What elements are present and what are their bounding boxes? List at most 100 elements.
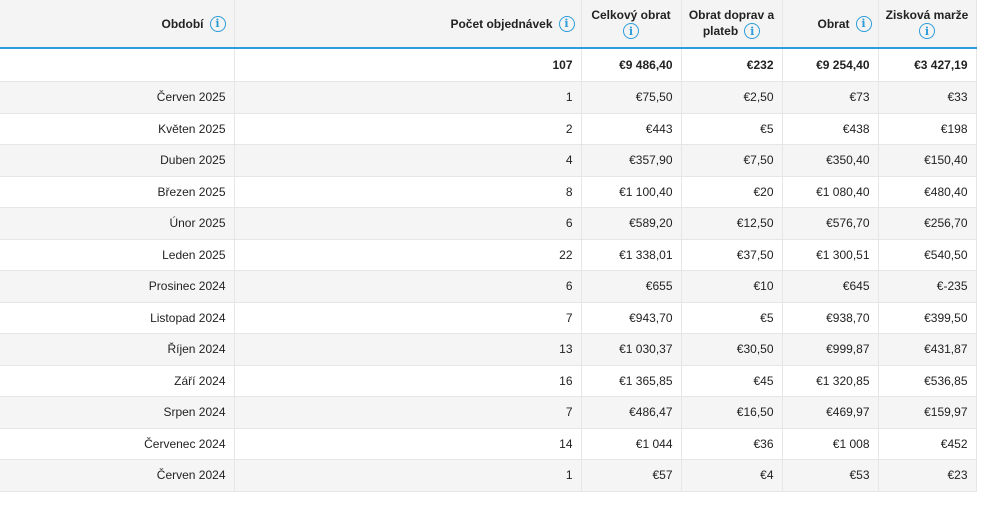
cell-total-revenue: €57 [581, 459, 682, 492]
table-row[interactable]: Červen 2024 1 €57 €4 €53 €23 [0, 459, 977, 492]
cell-revenue: €73 [782, 81, 879, 114]
cell-revenue: €645 [782, 270, 879, 303]
table-body: 107 €9 486,40 €232 €9 254,40 €3 427,19 Č… [0, 48, 977, 492]
cell-revenue: €53 [782, 459, 879, 492]
column-header-shipping[interactable]: Obrat doprav a plateb i [681, 0, 783, 49]
orders-summary-table: Období i Počet objednávek i Celkový obra… [0, 0, 977, 492]
cell-total-revenue: €75,50 [581, 81, 682, 114]
cell-total-revenue: €1 338,01 [581, 239, 682, 271]
cell-revenue: €1 080,40 [782, 176, 879, 208]
info-icon[interactable]: i [209, 15, 226, 32]
cell-total-revenue: €443 [581, 113, 682, 145]
cell-margin: €480,40 [878, 176, 977, 208]
totals-shipping-cell: €232 [681, 48, 783, 82]
cell-margin: €536,85 [878, 365, 977, 397]
cell-shipping: €20 [681, 176, 783, 208]
table-row[interactable]: Červen 2025 1 €75,50 €2,50 €73 €33 [0, 81, 977, 114]
info-icon[interactable]: i [744, 23, 761, 39]
column-header-label-line2: plateb [702, 24, 739, 38]
cell-shipping: €5 [681, 302, 783, 334]
cell-shipping: €2,50 [681, 81, 783, 114]
cell-period: Květen 2025 [0, 113, 235, 145]
totals-total-revenue-cell: €9 486,40 [581, 48, 682, 82]
cell-orders: 7 [234, 396, 582, 429]
cell-total-revenue: €357,90 [581, 144, 682, 177]
cell-orders: 4 [234, 144, 582, 177]
column-header-label: Počet objednávek [450, 16, 553, 31]
cell-margin: €399,50 [878, 302, 977, 334]
table-row[interactable]: Únor 2025 6 €589,20 €12,50 €576,70 €256,70 [0, 207, 977, 240]
column-header-total-revenue[interactable]: Celkový obrat i [581, 0, 682, 49]
cell-shipping: €12,50 [681, 207, 783, 240]
table-row[interactable]: Leden 2025 22 €1 338,01 €37,50 €1 300,51 €540… [0, 239, 977, 271]
cell-margin: €431,87 [878, 333, 977, 366]
cell-period: Září 2024 [0, 365, 235, 397]
info-icon[interactable]: i [919, 23, 935, 39]
cell-orders: 6 [234, 207, 582, 240]
table-row[interactable]: Listopad 2024 7 €943,70 €5 €938,70 €399,50 [0, 302, 977, 334]
cell-period: Únor 2025 [0, 207, 235, 240]
cell-orders: 1 [234, 459, 582, 492]
table-row[interactable]: Srpen 2024 7 €486,47 €16,50 €469,97 €159,97 [0, 396, 977, 429]
cell-total-revenue: €655 [581, 270, 682, 303]
cell-period: Duben 2025 [0, 144, 235, 177]
table-row[interactable]: Březen 2025 8 €1 100,40 €20 €1 080,40 €480,40 [0, 176, 977, 208]
cell-period: Říjen 2024 [0, 333, 235, 366]
table-row[interactable]: Červenec 2024 14 €1 044 €36 €1 008 €452 [0, 428, 977, 460]
cell-revenue: €1 320,85 [782, 365, 879, 397]
column-header-label: Celkový obrat [591, 8, 671, 22]
cell-total-revenue: €1 365,85 [581, 365, 682, 397]
info-icon[interactable]: i [558, 15, 575, 32]
cell-revenue: €938,70 [782, 302, 879, 334]
cell-period: Listopad 2024 [0, 302, 235, 334]
cell-margin: €-235 [878, 270, 977, 303]
cell-orders: 7 [234, 302, 582, 334]
cell-orders: 22 [234, 239, 582, 271]
cell-shipping: €4 [681, 459, 783, 492]
cell-margin: €452 [878, 428, 977, 460]
cell-orders: 1 [234, 81, 582, 114]
cell-period: Prosinec 2024 [0, 270, 235, 303]
table-row[interactable]: Říjen 2024 13 €1 030,37 €30,50 €999,87 €431,8… [0, 333, 977, 366]
column-header-label: Obrat [817, 16, 850, 31]
column-header-revenue[interactable]: Obrat i [782, 0, 879, 49]
cell-shipping: €37,50 [681, 239, 783, 271]
cell-shipping: €30,50 [681, 333, 783, 366]
info-icon[interactable]: i [623, 23, 639, 39]
cell-period: Leden 2025 [0, 239, 235, 271]
cell-revenue: €576,70 [782, 207, 879, 240]
table-header: Období i Počet objednávek i Celkový obra… [0, 0, 977, 49]
cell-orders: 6 [234, 270, 582, 303]
cell-margin: €159,97 [878, 396, 977, 429]
cell-shipping: €10 [681, 270, 783, 303]
info-icon[interactable]: i [855, 15, 872, 32]
cell-shipping: €5 [681, 113, 783, 145]
column-header-period[interactable]: Období i [0, 0, 235, 49]
cell-shipping: €45 [681, 365, 783, 397]
cell-total-revenue: €943,70 [581, 302, 682, 334]
totals-orders-cell: 107 [234, 48, 582, 82]
cell-margin: €256,70 [878, 207, 977, 240]
column-header-label: Období [161, 16, 204, 31]
cell-orders: 8 [234, 176, 582, 208]
column-header-orders[interactable]: Počet objednávek i [234, 0, 582, 49]
cell-margin: €198 [878, 113, 977, 145]
cell-orders: 14 [234, 428, 582, 460]
table-row[interactable]: Květen 2025 2 €443 €5 €438 €198 [0, 113, 977, 145]
cell-orders: 13 [234, 333, 582, 366]
cell-total-revenue: €1 100,40 [581, 176, 682, 208]
table-row[interactable]: Prosinec 2024 6 €655 €10 €645 €-235 [0, 270, 977, 303]
table-row[interactable]: Duben 2025 4 €357,90 €7,50 €350,40 €150,40 [0, 144, 977, 177]
cell-revenue: €999,87 [782, 333, 879, 366]
cell-shipping: €16,50 [681, 396, 783, 429]
cell-period: Červen 2024 [0, 459, 235, 492]
cell-margin: €33 [878, 81, 977, 114]
cell-period: Srpen 2024 [0, 396, 235, 429]
column-header-label: Zisková marže [885, 8, 969, 22]
column-header-margin[interactable]: Zisková marže i [878, 0, 977, 49]
cell-total-revenue: €1 044 [581, 428, 682, 460]
cell-period: Březen 2025 [0, 176, 235, 208]
cell-revenue: €1 008 [782, 428, 879, 460]
table-row[interactable]: Září 2024 16 €1 365,85 €45 €1 320,85 €536,85 [0, 365, 977, 397]
totals-period-cell [0, 48, 235, 82]
